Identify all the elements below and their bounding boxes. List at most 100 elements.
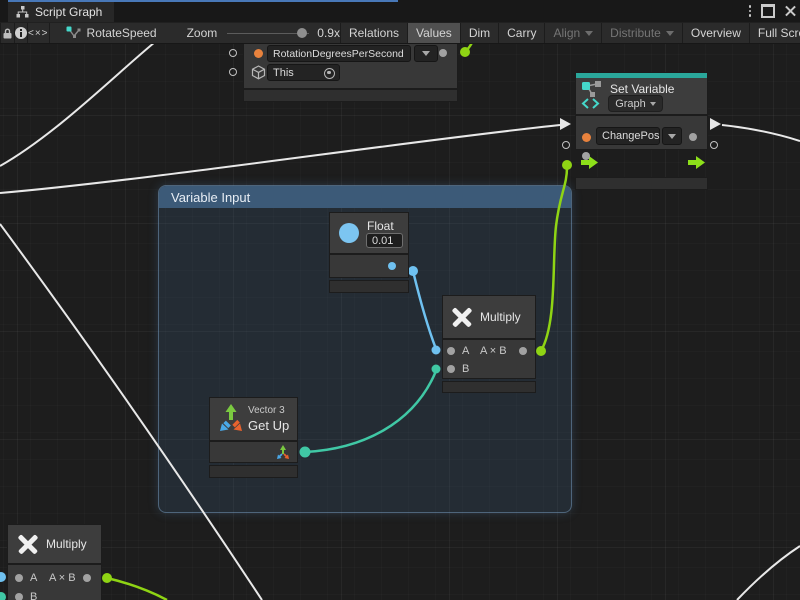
node-header[interactable]: Vector 3 Get Up <box>210 398 297 440</box>
target-field[interactable]: This <box>267 64 340 81</box>
node-footer <box>244 90 457 101</box>
close-icon[interactable] <box>785 6 796 17</box>
node-vector3-get-up[interactable]: Vector 3 Get Up <box>210 398 297 478</box>
node-get-variable[interactable]: RotationDegreesPerSecond This <box>244 44 457 101</box>
node-header[interactable]: Multiply <box>443 296 535 338</box>
node-ports[interactable]: A A × B B <box>8 565 101 600</box>
node-title: Set Variable <box>610 82 674 96</box>
input-port-a[interactable] <box>447 347 455 355</box>
graph-node-icon <box>66 26 81 40</box>
node-multiply[interactable]: Multiply A A × B B <box>443 296 535 392</box>
node-body[interactable]: RotationDegreesPerSecond This <box>244 44 457 88</box>
zoom-value: 0.9x <box>317 26 340 40</box>
port-label-b: B <box>462 363 469 375</box>
node-header[interactable]: Float 0.01 <box>330 213 408 253</box>
toolbar-button-carry[interactable]: Carry <box>499 23 545 43</box>
vector3-output-port[interactable] <box>275 445 290 460</box>
unconnected-port-indicator[interactable] <box>710 141 718 149</box>
toolbar-button-relations[interactable]: Relations <box>340 23 408 43</box>
variable-port-icon[interactable] <box>582 133 591 142</box>
node-header[interactable]: Multiply <box>8 525 101 563</box>
node-title: Multiply <box>46 537 87 551</box>
node-title: Float <box>367 219 394 233</box>
flow-out-arrow-icon[interactable] <box>688 156 705 169</box>
variable-select-dropdown[interactable] <box>662 127 682 145</box>
object-picker-icon[interactable] <box>324 68 335 79</box>
variable-name-dropdown[interactable] <box>414 45 438 62</box>
node-type-label: Vector 3 <box>248 405 285 416</box>
input-port-b[interactable] <box>447 365 455 373</box>
variable-value: ChangePos <box>602 130 660 142</box>
node-ports[interactable]: ChangePos <box>576 116 707 149</box>
tab-script-graph[interactable]: Script Graph <box>8 2 114 22</box>
zoom-label: Zoom <box>187 26 218 40</box>
toolbar-button-values[interactable]: Values <box>408 23 461 43</box>
node-ports[interactable] <box>210 442 297 462</box>
scope-value: Graph <box>615 98 646 110</box>
input-port-b[interactable] <box>15 593 23 600</box>
chevron-down-icon <box>666 31 674 36</box>
variable-name: RotationDegreesPerSecond <box>273 48 404 60</box>
chevron-down-icon <box>585 31 593 36</box>
unconnected-port-indicator[interactable] <box>562 141 570 149</box>
node-multiply-2[interactable]: Multiply A A × B B <box>8 525 101 600</box>
group-title: Variable Input <box>171 190 250 205</box>
unconnected-port-indicator[interactable] <box>229 68 237 76</box>
node-footer <box>330 281 408 292</box>
graph-toolbar: <×> RotateSpeed Zoom 0.9x Relations Valu… <box>0 22 800 44</box>
tab-title: Script Graph <box>35 5 102 19</box>
node-footer <box>576 178 707 189</box>
variable-port-icon[interactable] <box>254 49 263 58</box>
wire-arrowhead <box>560 118 571 130</box>
toolbar-button-fullscreen[interactable]: Full Screen <box>750 23 800 43</box>
port-label-a: A <box>462 345 469 357</box>
code-view-button[interactable]: <×> <box>28 23 50 43</box>
variable-kind-strip <box>576 73 707 78</box>
graph-hierarchy-icon <box>16 6 29 18</box>
set-variable-icon <box>581 80 607 110</box>
output-port[interactable] <box>83 574 91 582</box>
code-icon: <×> <box>28 28 49 39</box>
scope-dropdown[interactable]: Graph <box>609 96 662 111</box>
target-value: This <box>273 67 294 79</box>
multiply-icon <box>451 306 473 328</box>
cube-icon <box>251 65 266 80</box>
info-icon <box>15 27 27 39</box>
variable-select-field[interactable]: ChangePos <box>596 127 660 145</box>
value-output-port[interactable] <box>388 262 396 270</box>
more-icon[interactable] <box>749 5 752 17</box>
output-port[interactable] <box>519 347 527 355</box>
value-output-port[interactable] <box>439 49 447 57</box>
float-value: 0.01 <box>372 235 393 247</box>
node-ports[interactable] <box>330 255 408 277</box>
port-label-a: A <box>30 572 37 584</box>
variable-name-field[interactable]: RotationDegreesPerSecond <box>267 45 411 62</box>
multiply-icon <box>17 533 39 555</box>
maximize-icon[interactable] <box>761 4 775 18</box>
unconnected-port-indicator[interactable] <box>229 49 237 57</box>
lock-icon <box>1 27 14 40</box>
float-icon <box>339 223 359 243</box>
float-value-input[interactable]: 0.01 <box>366 233 403 248</box>
toolbar-button-distribute[interactable]: Distribute <box>602 23 683 43</box>
node-header[interactable]: Set Variable Graph <box>576 73 707 114</box>
group-header[interactable]: Variable Input <box>159 186 571 208</box>
node-float[interactable]: Float 0.01 <box>330 213 408 292</box>
zoom-slider-handle[interactable] <box>297 28 307 38</box>
lock-button[interactable] <box>0 23 15 43</box>
value-input-port[interactable] <box>582 152 590 160</box>
input-port-a[interactable] <box>15 574 23 582</box>
port-label-result: A × B <box>49 572 76 584</box>
vector3-icon <box>216 403 246 435</box>
node-ports[interactable]: A A × B B <box>443 340 535 378</box>
node-title: Multiply <box>480 310 521 324</box>
node-set-variable[interactable]: Set Variable Graph ChangePos <box>576 73 707 190</box>
toolbar-button-dim[interactable]: Dim <box>461 23 499 43</box>
info-button[interactable] <box>15 23 28 43</box>
script-graph-window: Variable Input Rotation <box>0 0 800 600</box>
zoom-slider[interactable] <box>227 33 309 34</box>
toolbar-button-overview[interactable]: Overview <box>683 23 750 43</box>
graph-name: RotateSpeed <box>87 26 157 40</box>
value-output-port[interactable] <box>689 133 697 141</box>
toolbar-button-align[interactable]: Align <box>545 23 602 43</box>
